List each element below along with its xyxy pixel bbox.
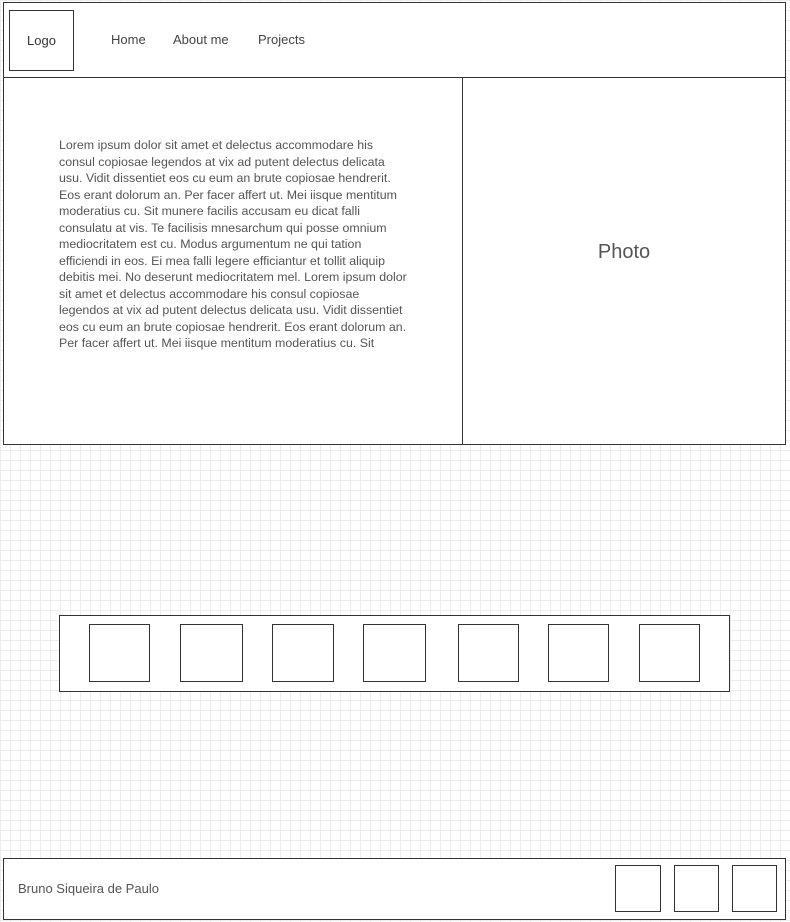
body-text: Lorem ipsum dolor sit amet et delectus a… bbox=[59, 138, 407, 350]
photo-label: Photo bbox=[597, 240, 651, 263]
gallery-thumbnail[interactable] bbox=[363, 624, 426, 682]
gallery-thumbnail[interactable] bbox=[548, 624, 609, 682]
logo-label: Logo bbox=[27, 33, 56, 48]
social-link-placeholder[interactable] bbox=[615, 865, 661, 912]
nav-projects-link[interactable]: Projects bbox=[258, 32, 305, 47]
gallery-thumbnail[interactable] bbox=[89, 624, 150, 682]
logo[interactable]: Logo bbox=[9, 10, 74, 71]
social-link-placeholder[interactable] bbox=[732, 865, 777, 912]
nav-about-link[interactable]: About me bbox=[173, 32, 229, 47]
footer-author-name: Bruno Siqueira de Paulo bbox=[18, 881, 159, 896]
gallery-thumbnail[interactable] bbox=[180, 624, 243, 682]
social-link-placeholder[interactable] bbox=[674, 865, 719, 912]
gallery-thumbnail[interactable] bbox=[458, 624, 519, 682]
photo-placeholder: Photo bbox=[462, 77, 786, 445]
gallery-thumbnail[interactable] bbox=[639, 624, 700, 682]
nav-home-link[interactable]: Home bbox=[111, 32, 146, 47]
gallery-thumbnail[interactable] bbox=[272, 624, 334, 682]
